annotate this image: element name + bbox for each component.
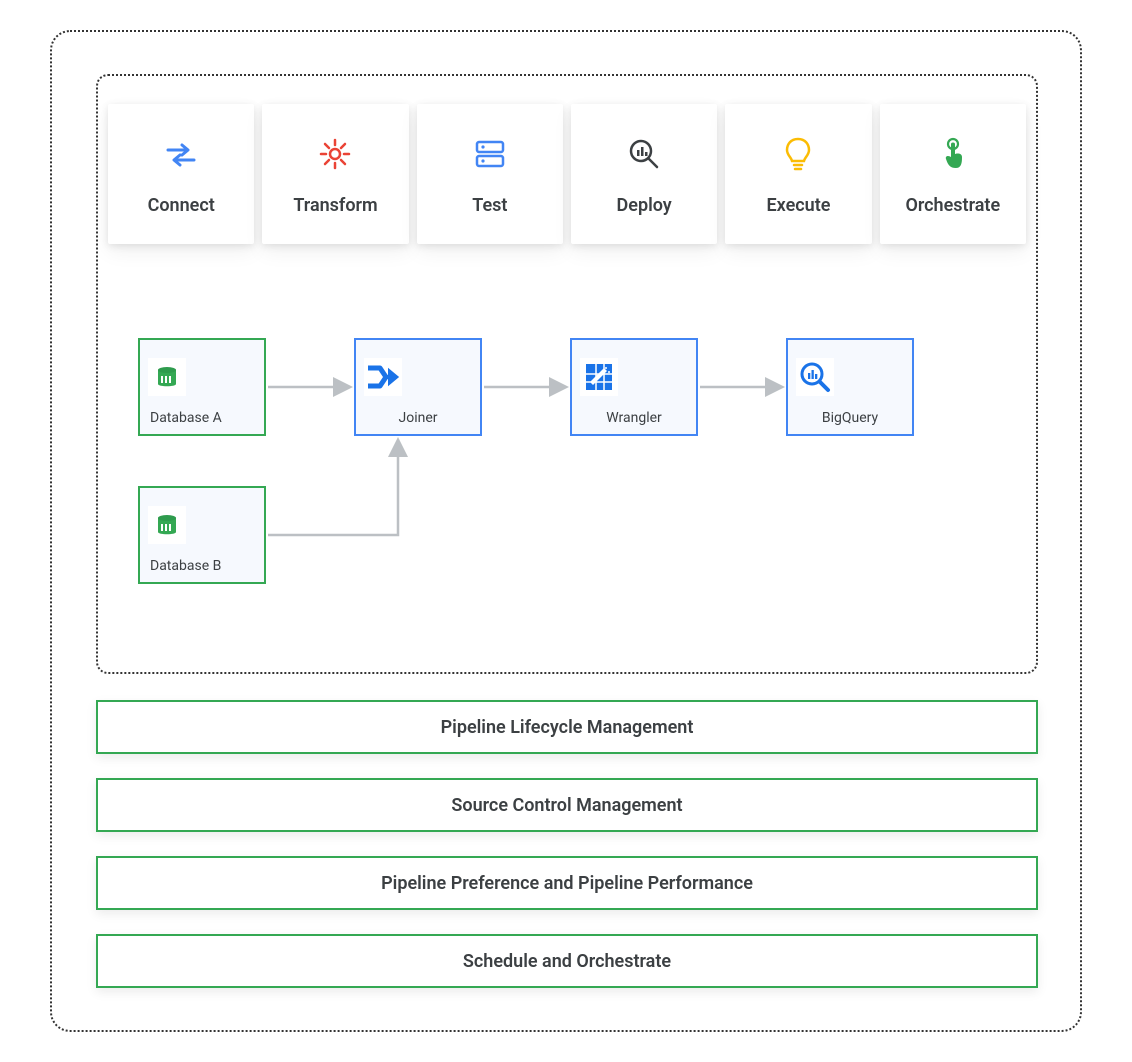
- server-icon: [473, 137, 507, 171]
- node-label: Database A: [140, 410, 264, 434]
- node-database-b: Database B: [138, 486, 266, 584]
- stage-label: Connect: [148, 195, 215, 216]
- stage-connect: Connect: [108, 104, 254, 244]
- database-icon: [148, 506, 186, 544]
- stage-orchestrate: Orchestrate: [880, 104, 1026, 244]
- node-joiner: Joiner: [354, 338, 482, 436]
- bar-perf: Pipeline Preference and Pipeline Perform…: [96, 856, 1038, 910]
- node-label: BigQuery: [788, 410, 912, 434]
- node-bigquery: BigQuery: [786, 338, 914, 436]
- database-icon: [148, 358, 186, 396]
- lightbulb-icon: [781, 137, 815, 171]
- stage-label: Transform: [293, 195, 377, 216]
- stage-execute: Execute: [725, 104, 871, 244]
- stage-transform: Transform: [262, 104, 408, 244]
- joiner-icon: [364, 358, 402, 396]
- wrangler-icon: [580, 358, 618, 396]
- stage-label: Test: [472, 195, 507, 216]
- node-label: Wrangler: [572, 410, 696, 434]
- gear-icon: [318, 137, 352, 171]
- touch-icon: [936, 137, 970, 171]
- swap-arrows-icon: [164, 137, 198, 171]
- node-wrangler: Wrangler: [570, 338, 698, 436]
- stage-deploy: Deploy: [571, 104, 717, 244]
- bar-source-ctrl: Source Control Management: [96, 778, 1038, 832]
- capability-bars: Pipeline Lifecycle Management Source Con…: [96, 700, 1038, 988]
- bigquery-icon: [796, 358, 834, 396]
- bar-schedule: Schedule and Orchestrate: [96, 934, 1038, 988]
- stage-label: Orchestrate: [905, 195, 1000, 216]
- stage-label: Execute: [767, 195, 831, 216]
- stage-label: Deploy: [617, 195, 672, 216]
- node-database-a: Database A: [138, 338, 266, 436]
- bar-lifecycle: Pipeline Lifecycle Management: [96, 700, 1038, 754]
- stage-row: Connect Transform Test: [108, 104, 1026, 244]
- node-label: Joiner: [356, 410, 480, 434]
- stage-test: Test: [417, 104, 563, 244]
- node-label: Database B: [140, 558, 264, 582]
- chart-magnify-icon: [627, 137, 661, 171]
